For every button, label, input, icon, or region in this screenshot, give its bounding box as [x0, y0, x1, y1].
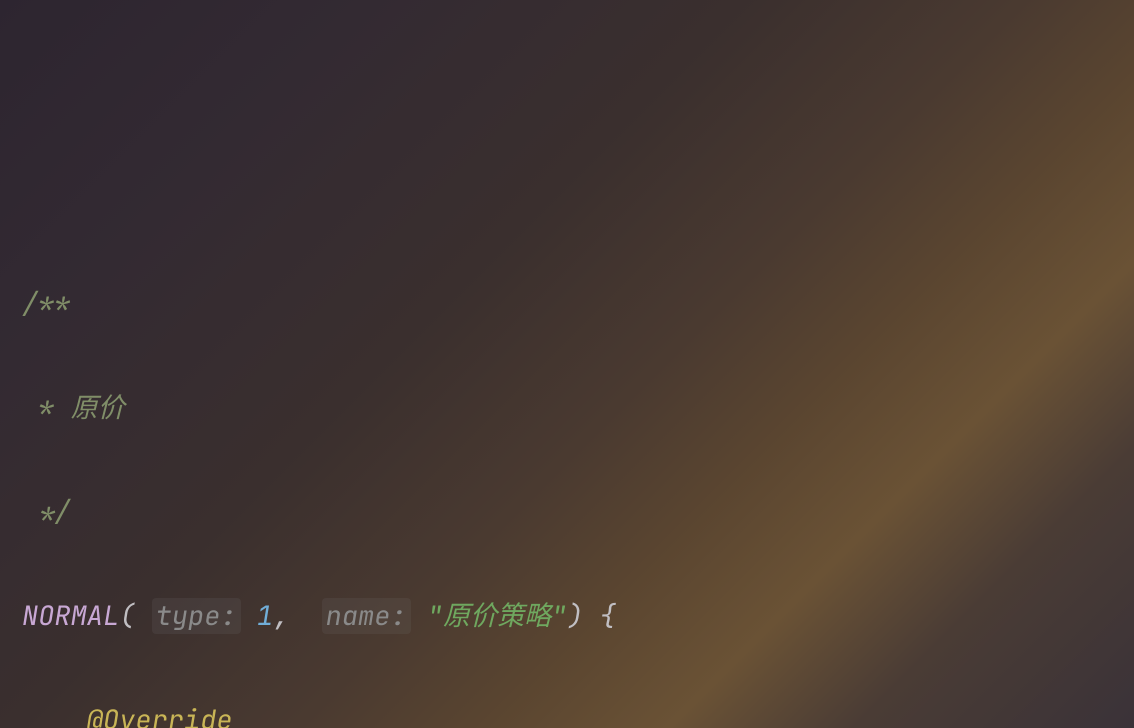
code-line: /** [22, 278, 1134, 330]
inlay-hint-type: type: [152, 598, 241, 634]
inlay-hint-name: name: [322, 598, 411, 634]
enum-constant: NORMAL [22, 598, 119, 634]
number-literal: 1 [257, 598, 273, 634]
doc-comment-open: /** [22, 286, 71, 322]
paren-close: ) [567, 598, 583, 634]
comma: , [273, 598, 289, 634]
string-literal: "原价策略" [427, 598, 567, 634]
code-line: NORMAL( type: 1, name: "原价策略") { [22, 590, 1134, 642]
doc-comment-text: * 原价 [22, 390, 125, 426]
annotation-override: @Override [87, 702, 233, 728]
code-line: @Override [22, 694, 1134, 728]
doc-comment-close: */ [22, 494, 71, 530]
code-line: * 原价 [22, 382, 1134, 434]
code-line: */ [22, 486, 1134, 538]
code-editor[interactable]: /** * 原价 */ NORMAL( type: 1, name: "原价策略… [22, 226, 1134, 728]
paren-open: ( [119, 598, 135, 634]
brace-open: { [600, 598, 616, 634]
